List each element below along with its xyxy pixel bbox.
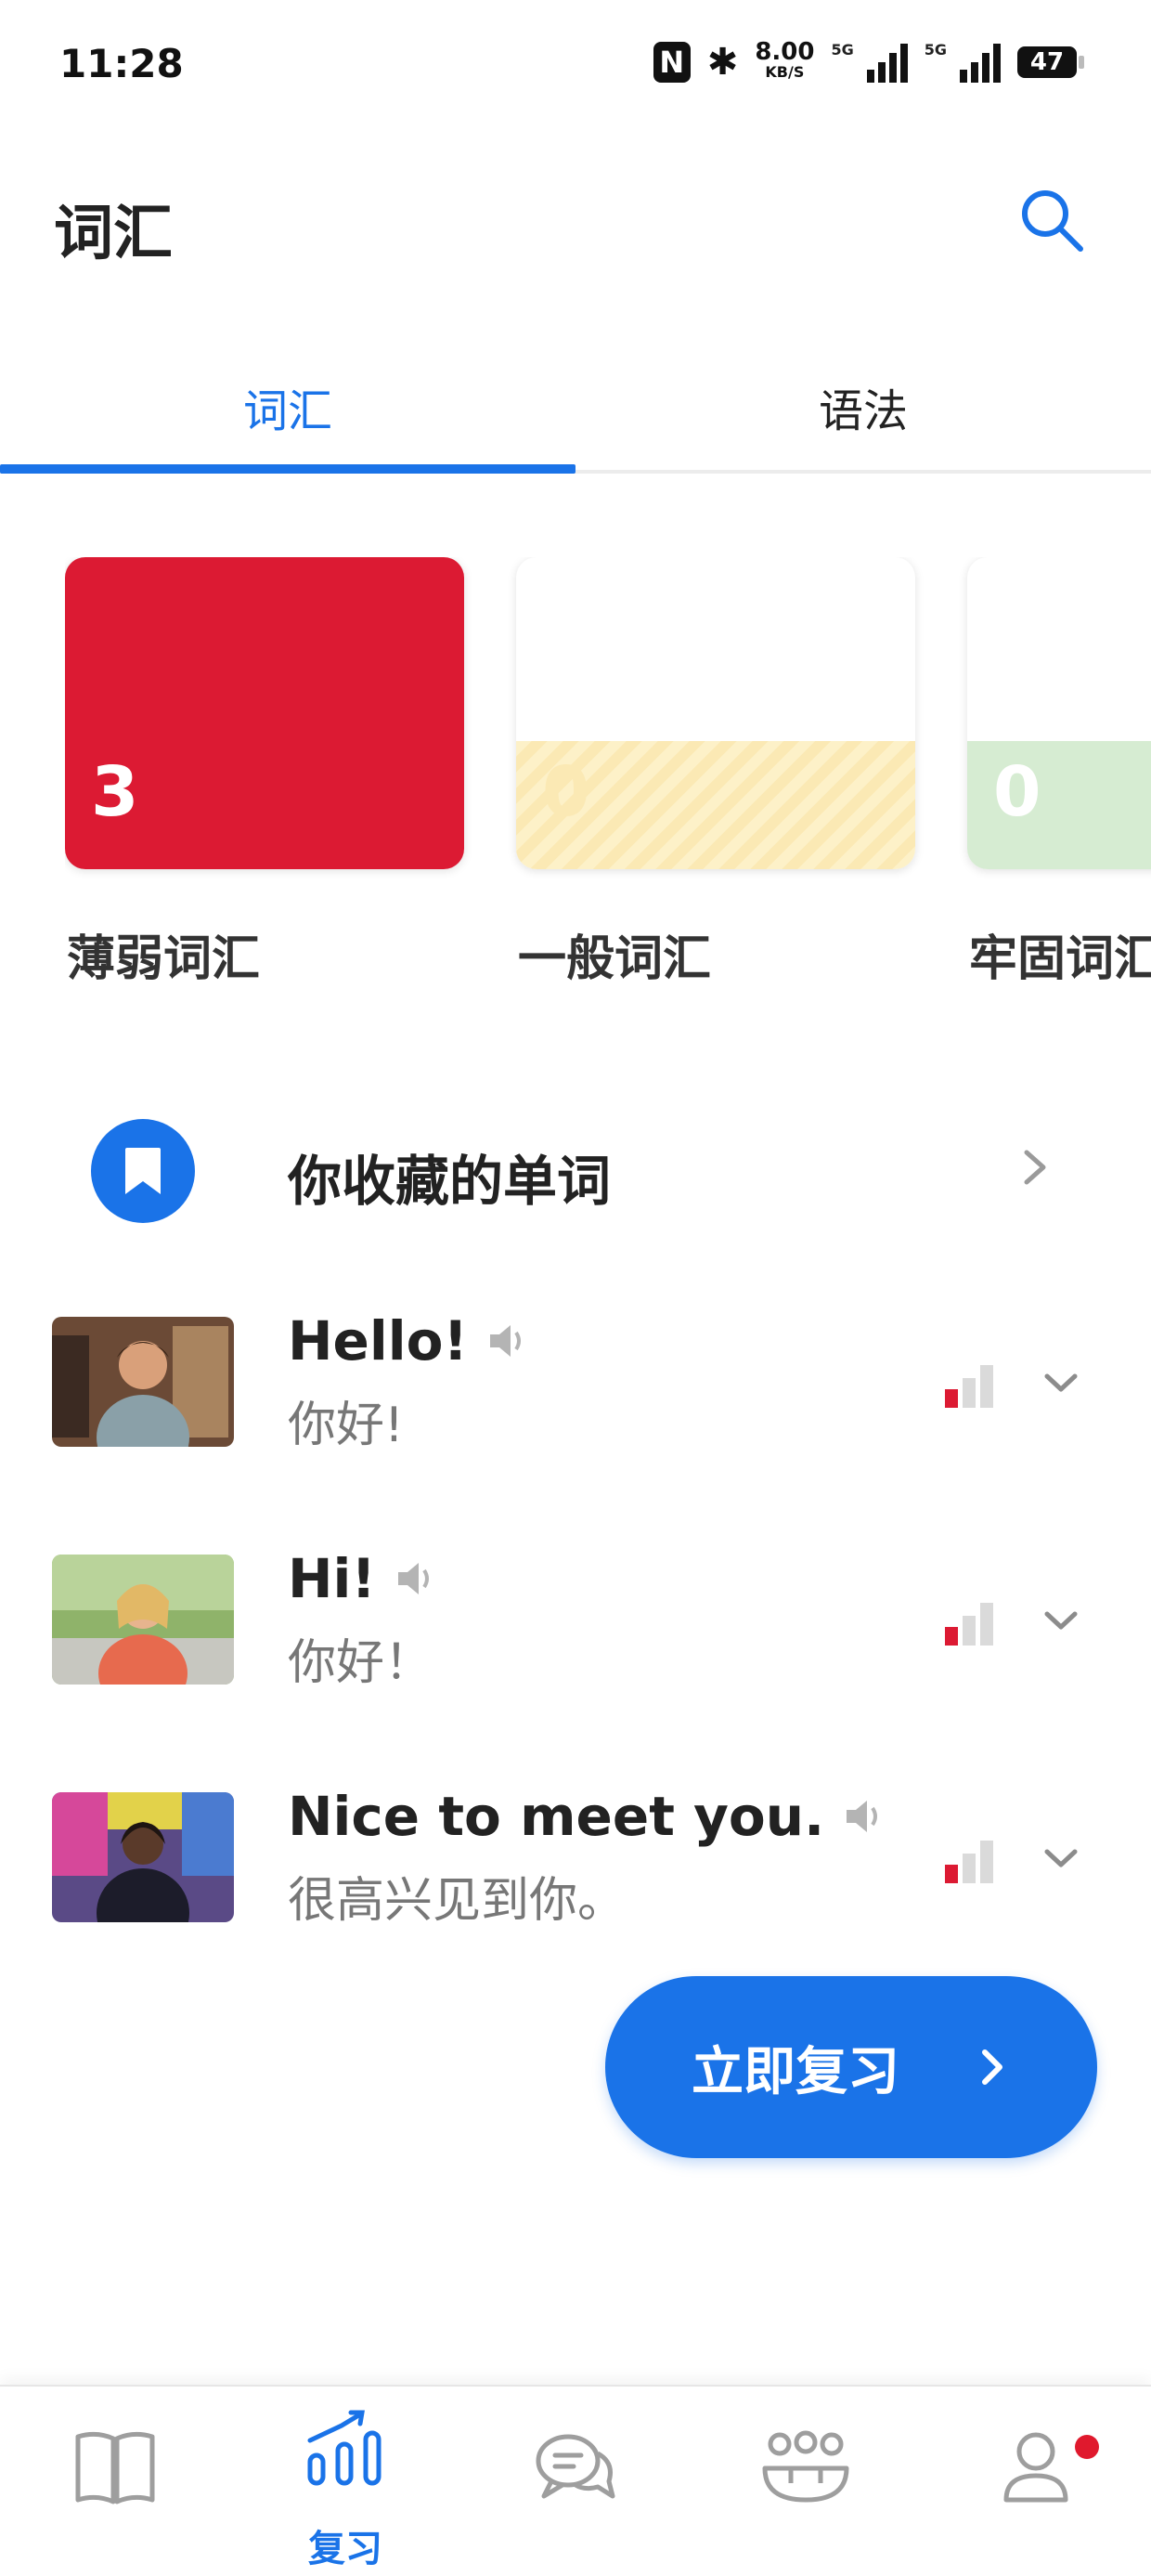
review-now-label: 立即复习 — [692, 2041, 899, 2102]
vocab-item-hello[interactable]: Hello! 你好! — [0, 1309, 1151, 1458]
vocab-item-nice-to-meet-you[interactable]: Nice to meet you. 很高兴见到你。 — [0, 1785, 1151, 1933]
strength-cards: 3 薄弱词汇 0 一般词汇 0 牢固词汇 — [65, 557, 1151, 1003]
tab-vocabulary-label: 词汇 — [242, 385, 332, 437]
net-speed: 8.00 KB/S — [755, 40, 814, 83]
vocab-word-text: Hi! — [288, 1547, 376, 1610]
vocab-word-text: Nice to meet you. — [288, 1785, 825, 1848]
chart-icon — [307, 2410, 382, 2486]
bookmark-icon — [91, 1119, 195, 1223]
nav-review-label: 复习 — [308, 2528, 382, 2570]
review-now-button[interactable]: 立即复习 — [605, 1976, 1097, 2158]
profile-icon — [1003, 2432, 1068, 2503]
search-icon — [1022, 190, 1083, 252]
bluetooth-icon: ✱ — [706, 41, 739, 84]
nav-chat[interactable] — [460, 2387, 691, 2576]
book-icon — [75, 2431, 155, 2504]
saved-words-row[interactable]: 你收藏的单词 — [0, 1110, 1151, 1230]
bottom-nav: 复习 — [0, 2385, 1151, 2576]
signal-icon — [866, 42, 908, 83]
community-icon — [762, 2430, 849, 2503]
vocab-item-hi[interactable]: Hi! 你好！ — [0, 1547, 1151, 1696]
chevron-down-icon[interactable] — [1036, 1595, 1086, 1646]
network-type-2: 5G — [924, 41, 947, 59]
nav-courses[interactable] — [0, 2387, 230, 2576]
nav-community[interactable] — [691, 2387, 921, 2576]
status-time: 11:28 — [59, 41, 184, 86]
tab-vocabulary[interactable]: 词汇 — [0, 344, 576, 470]
tab-active-indicator — [0, 464, 576, 474]
chevron-right-icon — [982, 2049, 1002, 2085]
vocab-thumbnail — [52, 1555, 234, 1685]
vocab-translation: 你好! — [288, 1398, 404, 1453]
vocab-thumbnail — [52, 1792, 234, 1922]
notification-dot — [1075, 2435, 1099, 2459]
battery-level: 47 — [1029, 48, 1065, 76]
medium-count: 0 — [542, 752, 590, 832]
speaker-icon[interactable] — [486, 1321, 529, 1360]
nfc-icon: N — [653, 42, 691, 83]
weak-count: 3 — [91, 752, 139, 832]
medium-words-card[interactable]: 0 — [516, 557, 915, 869]
chevron-down-icon[interactable] — [1036, 1833, 1086, 1883]
vocab-word: Hello! — [288, 1309, 529, 1373]
weak-words-card[interactable]: 3 — [65, 557, 464, 869]
vocab-word-text: Hello! — [288, 1309, 468, 1373]
vocab-translation: 你好！ — [288, 1635, 433, 1691]
weak-words-label: 薄弱词汇 — [67, 931, 261, 987]
signal-icon-2 — [960, 42, 1001, 83]
strong-words-card[interactable]: 0 — [967, 557, 1151, 869]
speaker-icon[interactable] — [394, 1559, 437, 1598]
tab-bar: 词汇 语法 — [0, 344, 1151, 474]
vocab-word: Nice to meet you. — [288, 1785, 886, 1848]
chat-icon — [536, 2434, 615, 2499]
tab-grammar-label: 语法 — [818, 385, 908, 437]
search-button[interactable] — [1014, 182, 1092, 260]
status-icons: N ✱ 8.00 KB/S 5G 5G 47 — [653, 40, 1084, 84]
nav-review[interactable]: 复习 — [230, 2387, 460, 2576]
strength-bars-icon — [945, 1603, 993, 1646]
battery-icon: 47 — [1017, 46, 1084, 78]
strength-bars-icon — [945, 1841, 993, 1883]
saved-words-label: 你收藏的单词 — [288, 1150, 612, 1213]
nav-profile[interactable] — [921, 2387, 1151, 2576]
strong-words-label: 牢固词汇 — [969, 931, 1151, 987]
vocab-thumbnail — [52, 1317, 234, 1447]
strength-bars-icon — [945, 1365, 993, 1408]
network-type-1: 5G — [831, 41, 854, 59]
strong-count: 0 — [993, 752, 1041, 832]
chevron-right-icon — [1024, 1150, 1046, 1185]
page-title: 词汇 — [54, 200, 173, 268]
speaker-icon[interactable] — [843, 1797, 886, 1836]
vocab-word: Hi! — [288, 1547, 437, 1610]
chevron-down-icon[interactable] — [1036, 1358, 1086, 1408]
tab-grammar[interactable]: 语法 — [576, 344, 1151, 470]
status-bar: 11:28 N ✱ 8.00 KB/S 5G 5G 47 — [0, 0, 1151, 130]
medium-words-label: 一般词汇 — [518, 931, 712, 987]
vocab-translation: 很高兴见到你。 — [288, 1873, 627, 1929]
